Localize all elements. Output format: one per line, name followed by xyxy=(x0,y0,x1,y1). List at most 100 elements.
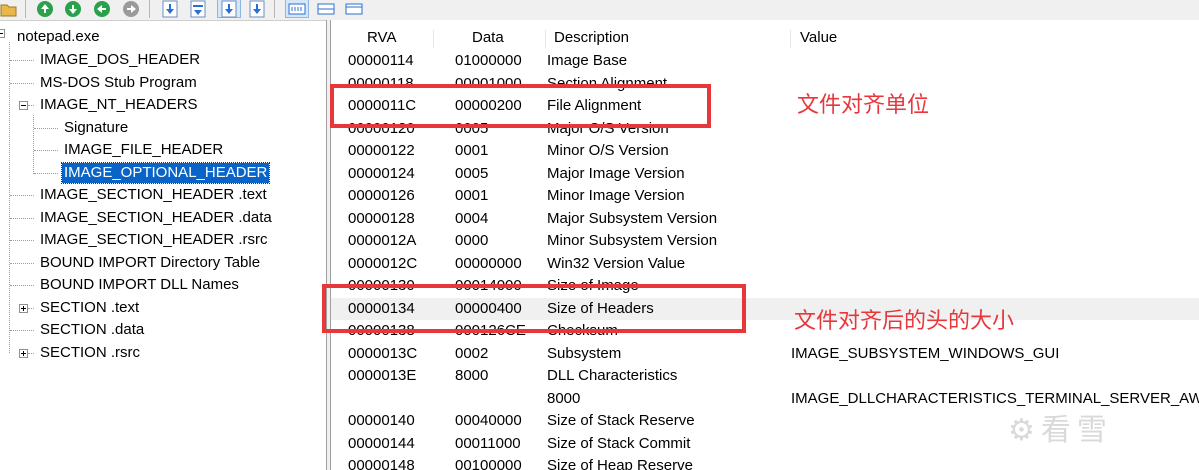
cell-description: Subsystem xyxy=(547,344,622,362)
cell-data: 8000 xyxy=(455,367,489,384)
go-back-icon[interactable] xyxy=(93,0,111,18)
cell-rva: 00000140 xyxy=(348,412,415,429)
column-header-data[interactable]: Data xyxy=(472,27,504,49)
cell-description: Minor Image Version xyxy=(547,187,685,204)
tree-item-label: SECTION .rsrc xyxy=(40,344,140,361)
table-row[interactable]: 00000122 0001 Minor O/S Version xyxy=(331,140,1199,162)
table-row[interactable]: 0000012A 0000 Minor Subsystem Version xyxy=(331,230,1199,252)
expand-icon[interactable] xyxy=(161,0,179,18)
cell-description: Minor O/S Version xyxy=(547,142,669,159)
tree-item-label: SECTION .data xyxy=(40,321,145,338)
tree-item-ms-dos-stub[interactable]: MS-DOS Stub Program xyxy=(0,73,230,93)
view-hex-icon[interactable] xyxy=(288,0,306,18)
tree-root[interactable]: notepad.exe xyxy=(0,27,120,47)
tree-item-label: IMAGE_FILE_HEADER xyxy=(64,141,224,158)
cell-data: 0001 xyxy=(455,142,489,159)
cell-description: Minor Subsystem Version xyxy=(547,232,718,249)
cell-rva: 0000013C xyxy=(348,344,418,362)
tree-item-section-data[interactable]: SECTION .data xyxy=(0,320,200,340)
toolbar-separator xyxy=(149,0,150,18)
go-down-icon[interactable] xyxy=(64,0,82,18)
watermark-logo: ⚙看雪 xyxy=(1008,414,1113,447)
cell-description: Size of Stack Reserve xyxy=(547,412,695,429)
tree-item-image-dos-header[interactable]: IMAGE_DOS_HEADER xyxy=(0,50,230,70)
cell-data: 0005 xyxy=(455,164,489,182)
expand-all-icon[interactable] xyxy=(220,0,238,18)
tree-item-bound-import-dll-names[interactable]: BOUND IMPORT DLL Names xyxy=(0,275,300,295)
cell-description: DLL Characteristics xyxy=(547,367,678,384)
cell-data: 00011000 xyxy=(455,434,521,452)
table-row[interactable]: 0000013C 0002 Subsystem IMAGE_SUBSYSTEM_WIN… xyxy=(331,343,1199,365)
cell-description: Size of Heap Reserve xyxy=(547,457,693,470)
tree-item-section-text[interactable]: SECTION .text xyxy=(0,298,200,318)
cell-description: Size of Stack Commit xyxy=(547,434,691,452)
cell-rva: 00000122 xyxy=(348,142,415,159)
collapse-all-icon[interactable] xyxy=(248,0,266,18)
cell-rva: 0000012A xyxy=(348,232,417,249)
table-row[interactable]: 0000012C 00000000 Win32 Version Value xyxy=(331,253,1199,275)
cell-data: 0000 xyxy=(455,232,489,249)
cell-rva: 00000148 xyxy=(348,457,415,470)
tree-item-signature[interactable]: Signature xyxy=(0,118,200,138)
tree-item-label: IMAGE_DOS_HEADER xyxy=(40,51,201,68)
cell-description: 8000 xyxy=(547,389,581,407)
table-row[interactable]: 00000114 01000000 Image Base xyxy=(331,50,1199,72)
tree-item-section-header-rsrc[interactable]: IMAGE_SECTION_HEADER .rsrc xyxy=(0,230,300,250)
column-header-value[interactable]: Value xyxy=(800,27,837,49)
tree-item-label: IMAGE_NT_HEADERS xyxy=(40,96,198,113)
cell-data: 0002 xyxy=(455,344,489,362)
cell-description: Win32 Version Value xyxy=(547,254,686,272)
annotation-file-alignment: 文件对齐单位 xyxy=(797,92,930,117)
open-folder-icon[interactable] xyxy=(0,0,18,18)
cell-data: 00000000 xyxy=(455,254,522,272)
tree-root-label: notepad.exe xyxy=(17,28,100,45)
tree-item-label-selected: IMAGE_OPTIONAL_HEADER xyxy=(60,162,271,184)
view-list-icon[interactable] xyxy=(317,0,335,18)
tree-item-label: IMAGE_SECTION_HEADER .rsrc xyxy=(40,231,268,248)
cell-rva: 00000128 xyxy=(348,209,415,227)
table-row[interactable]: 00000148 00100000 Size of Heap Reserve xyxy=(331,455,1199,470)
tree-item-label: BOUND IMPORT DLL Names xyxy=(40,276,239,293)
cell-rva: 0000013E xyxy=(348,367,417,384)
tree-item-image-file-header[interactable]: IMAGE_FILE_HEADER xyxy=(0,140,250,160)
tree-item-label: IMAGE_SECTION_HEADER .data xyxy=(40,209,272,226)
tree-item-label: MS-DOS Stub Program xyxy=(40,74,197,91)
tree-item-label: Signature xyxy=(64,119,129,136)
collapse-icon[interactable] xyxy=(189,0,207,18)
tree-item-section-header-text[interactable]: IMAGE_SECTION_HEADER .text xyxy=(0,185,300,205)
cell-description: Image Base xyxy=(547,52,628,69)
table-row[interactable]: 00000126 0001 Minor Image Version xyxy=(331,185,1199,207)
annotation-size-of-headers: 文件对齐后的头的大小 xyxy=(794,308,1015,333)
cell-description: Major Image Version xyxy=(547,164,685,182)
go-forward-icon[interactable] xyxy=(122,0,140,18)
tree-panel: notepad.exe IMAGE_DOS_HEADER MS-DOS Stub… xyxy=(0,22,326,470)
cell-rva: 0000012C xyxy=(348,254,418,272)
tree-item-section-rsrc[interactable]: SECTION .rsrc xyxy=(0,343,200,363)
tree-item-bound-import-directory[interactable]: BOUND IMPORT Directory Table xyxy=(0,253,300,273)
cell-data: 00040000 xyxy=(455,412,522,429)
tree-item-section-header-data[interactable]: IMAGE_SECTION_HEADER .data xyxy=(0,208,300,228)
cell-value: IMAGE_SUBSYSTEM_WINDOWS_GUI xyxy=(791,344,1060,362)
go-up-icon[interactable] xyxy=(36,0,54,18)
tree-item-image-optional-header[interactable]: IMAGE_OPTIONAL_HEADER xyxy=(0,162,290,184)
highlight-box-size-of-headers xyxy=(322,284,746,333)
tree-item-label: IMAGE_SECTION_HEADER .text xyxy=(40,186,267,203)
list-header: RVA Data Description Value xyxy=(331,27,1199,49)
cell-data: 01000000 xyxy=(455,52,522,69)
cell-data: 00100000 xyxy=(455,457,522,470)
toolbar-separator xyxy=(25,0,26,18)
table-row[interactable]: 00000128 0004 Major Subsystem Version xyxy=(331,208,1199,230)
view-detail-icon[interactable] xyxy=(345,0,363,18)
table-row[interactable]: 0000013E 8000 DLL Characteristics xyxy=(331,365,1199,387)
column-header-description[interactable]: Description xyxy=(554,27,629,49)
table-row[interactable]: 00000124 0005 Major Image Version xyxy=(331,163,1199,185)
cell-rva: 00000144 xyxy=(348,434,415,452)
cell-rva: 00000114 xyxy=(348,52,414,69)
tree-item-label: SECTION .text xyxy=(40,299,140,316)
cell-rva: 00000124 xyxy=(348,164,415,182)
cell-rva: 00000126 xyxy=(348,187,415,204)
toolbar xyxy=(0,0,1199,21)
cell-data: 0004 xyxy=(455,209,489,227)
tree-item-image-nt-headers[interactable]: IMAGE_NT_HEADERS xyxy=(0,95,230,115)
column-header-rva[interactable]: RVA xyxy=(367,27,396,49)
